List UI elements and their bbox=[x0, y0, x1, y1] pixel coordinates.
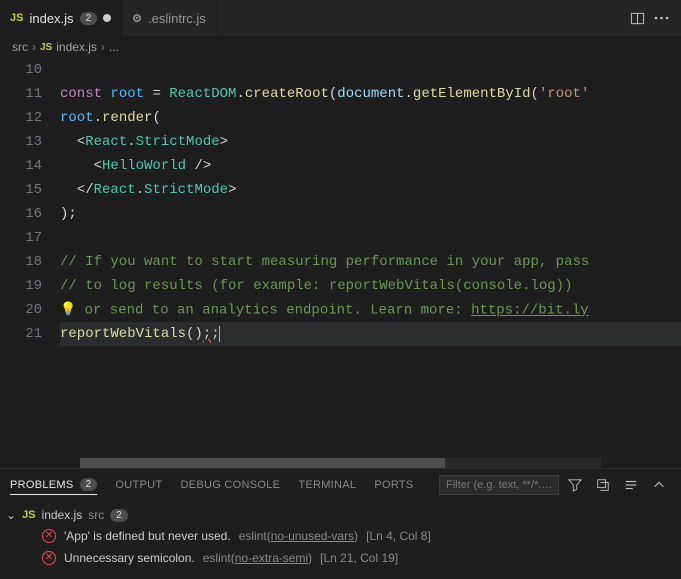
js-file-icon: JS bbox=[40, 42, 52, 53]
chevron-right-icon: › bbox=[101, 40, 105, 54]
horizontal-scrollbar[interactable] bbox=[80, 458, 601, 468]
panel-tab-problems[interactable]: PROBLEMS 2 bbox=[10, 478, 97, 495]
breadcrumb[interactable]: src › JS index.js › ... bbox=[0, 36, 681, 58]
problem-location: [Ln 4, Col 8] bbox=[366, 529, 431, 543]
problem-rule[interactable]: no-unused-vars bbox=[271, 529, 354, 543]
line-number: 18 bbox=[0, 250, 42, 274]
config-file-icon: ⚙ bbox=[132, 12, 142, 25]
error-icon: ✕ bbox=[42, 529, 56, 543]
more-actions-icon[interactable] bbox=[649, 6, 673, 30]
line-number: 15 bbox=[0, 178, 42, 202]
line-number: 10 bbox=[0, 58, 42, 82]
code-line[interactable] bbox=[60, 226, 681, 250]
code-line[interactable]: ); bbox=[60, 202, 681, 226]
panel-actions bbox=[439, 473, 671, 497]
problems-count-badge: 2 bbox=[80, 478, 98, 491]
js-file-icon: JS bbox=[22, 509, 35, 521]
bottom-panel: PROBLEMS 2 OUTPUT DEBUG CONSOLE TERMINAL… bbox=[0, 468, 681, 573]
tab-actions bbox=[625, 6, 681, 30]
error-icon: ✕ bbox=[42, 551, 56, 565]
dirty-indicator-icon bbox=[103, 14, 111, 22]
code-line[interactable]: <React.StrictMode> bbox=[60, 130, 681, 154]
line-number: 16 bbox=[0, 202, 42, 226]
problem-item[interactable]: ✕ 'App' is defined but never used. eslint(… bbox=[6, 525, 675, 547]
line-number: 20 bbox=[0, 298, 42, 322]
panel-tab-output[interactable]: OUTPUT bbox=[115, 479, 162, 491]
line-number: 13 bbox=[0, 130, 42, 154]
line-number: 17 bbox=[0, 226, 42, 250]
code-line[interactable]: reportWebVitals();; bbox=[60, 322, 681, 346]
panel-tabbar: PROBLEMS 2 OUTPUT DEBUG CONSOLE TERMINAL… bbox=[0, 469, 681, 501]
editor-tabbar: JS index.js 2 ⚙ .eslintrc.js bbox=[0, 0, 681, 36]
tab-problem-badge: 2 bbox=[80, 12, 98, 25]
code-line[interactable]: const root = ReactDOM.createRoot(documen… bbox=[60, 82, 681, 106]
code-line[interactable]: // If you want to start measuring perfor… bbox=[60, 250, 681, 274]
line-number: 19 bbox=[0, 274, 42, 298]
problem-source: eslint(no-unused-vars) bbox=[239, 529, 358, 543]
breadcrumb-folder[interactable]: src bbox=[12, 40, 28, 54]
problems-filter-input[interactable] bbox=[439, 475, 559, 495]
problem-file-row[interactable]: ⌄ JS index.js src 2 bbox=[6, 505, 675, 525]
chevron-right-icon: › bbox=[32, 40, 36, 54]
line-number: 12 bbox=[0, 106, 42, 130]
problem-file-count-badge: 2 bbox=[110, 509, 128, 522]
panel-tab-debug-console[interactable]: DEBUG CONSOLE bbox=[180, 479, 280, 491]
problem-location: [Ln 21, Col 19] bbox=[320, 551, 398, 565]
view-as-list-icon[interactable] bbox=[619, 473, 643, 497]
problem-source: eslint(no-extra-semi) bbox=[203, 551, 312, 565]
code-line[interactable]: // to log results (for example: reportWe… bbox=[60, 274, 681, 298]
code-line[interactable]: 💡 or send to an analytics endpoint. Lear… bbox=[60, 298, 681, 322]
tab-index-js[interactable]: JS index.js 2 bbox=[0, 0, 122, 36]
problem-file-name: index.js bbox=[42, 508, 83, 522]
code-area[interactable]: const root = ReactDOM.createRoot(documen… bbox=[60, 58, 681, 458]
problem-item[interactable]: ✕ Unnecessary semicolon. eslint(no-extra-s… bbox=[6, 547, 675, 569]
line-number: 21 bbox=[0, 322, 42, 346]
chevron-up-icon[interactable] bbox=[647, 473, 671, 497]
problem-rule[interactable]: no-extra-semi bbox=[235, 551, 308, 565]
filter-icon[interactable] bbox=[563, 473, 587, 497]
problem-file-dir: src bbox=[88, 508, 104, 522]
code-line[interactable] bbox=[60, 58, 681, 82]
tab-label: index.js bbox=[29, 11, 73, 26]
line-number: 11 bbox=[0, 82, 42, 106]
breadcrumb-more[interactable]: ... bbox=[109, 40, 119, 54]
breadcrumb-file[interactable]: index.js bbox=[56, 40, 97, 54]
code-line[interactable]: root.render( bbox=[60, 106, 681, 130]
panel-tab-ports[interactable]: PORTS bbox=[374, 479, 413, 491]
js-file-icon: JS bbox=[10, 12, 23, 24]
scrollbar-thumb[interactable] bbox=[80, 458, 445, 468]
code-line[interactable]: <HelloWorld /> bbox=[60, 154, 681, 178]
tab-eslintrc-js[interactable]: ⚙ .eslintrc.js bbox=[122, 0, 217, 36]
code-editor[interactable]: 101112131415161718192021 const root = Re… bbox=[0, 58, 681, 458]
split-editor-icon[interactable] bbox=[625, 6, 649, 30]
problem-message: 'App' is defined but never used. bbox=[64, 529, 231, 543]
line-number: 14 bbox=[0, 154, 42, 178]
panel-tab-terminal[interactable]: TERMINAL bbox=[298, 479, 356, 491]
tab-label: .eslintrc.js bbox=[148, 11, 206, 26]
code-line[interactable]: </React.StrictMode> bbox=[60, 178, 681, 202]
chevron-down-icon[interactable]: ⌄ bbox=[6, 508, 16, 522]
problem-message: Unnecessary semicolon. bbox=[64, 551, 195, 565]
line-gutter: 101112131415161718192021 bbox=[0, 58, 60, 458]
collapse-all-icon[interactable] bbox=[591, 473, 615, 497]
problems-list: ⌄ JS index.js src 2 ✕ 'App' is defined bu… bbox=[0, 501, 681, 573]
panel-tab-label: PROBLEMS bbox=[10, 479, 74, 491]
